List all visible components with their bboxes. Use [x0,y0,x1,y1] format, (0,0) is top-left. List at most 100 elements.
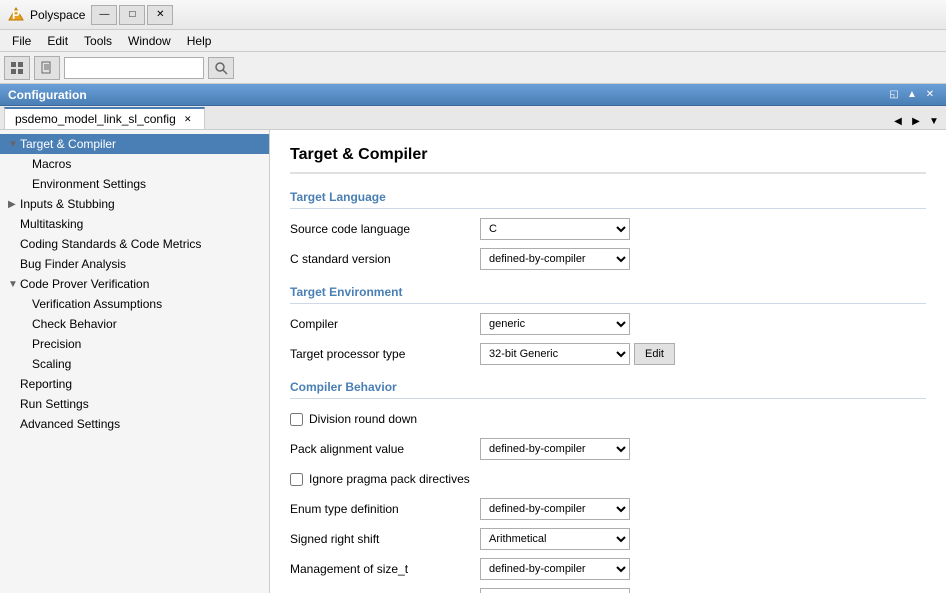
ignore-pragma-checkbox[interactable] [290,473,303,486]
tab-nav-menu[interactable]: ▼ [926,113,942,129]
wchar-t-select[interactable]: defined-by-compiler unsigned-int unsigne… [480,588,630,593]
processor-type-control: 32-bit Generic 16-bit Generic 64-bit Gen… [480,343,675,365]
tab-nav: ◀ ▶ ▼ [890,113,942,129]
menu-window[interactable]: Window [120,32,179,50]
pack-alignment-row: Pack alignment value defined-by-compiler… [290,437,926,461]
title-bar-text: Polyspace [30,8,85,22]
tree-label: Run Settings [20,397,89,411]
pack-alignment-label: Pack alignment value [290,442,480,456]
config-restore-btn[interactable]: ◱ [886,87,902,103]
main-content: ▼ Target & Compiler Macros Environment S… [0,130,946,593]
tree-label: Check Behavior [32,317,117,331]
maximize-button[interactable]: □ [119,5,145,25]
compiler-label: Compiler [290,317,480,331]
menu-tools[interactable]: Tools [76,32,120,50]
division-round-down-label: Division round down [309,412,417,426]
tree-label: Coding Standards & Code Metrics [20,237,201,251]
size-t-select[interactable]: defined-by-compiler unsigned-int unsigne… [480,558,630,580]
menu-edit[interactable]: Edit [39,32,76,50]
toggle-icon: ▼ [8,139,20,150]
sidebar-item-reporting[interactable]: Reporting [0,374,269,394]
processor-type-label: Target processor type [290,347,480,361]
source-language-select[interactable]: C C++ C/C++ [480,218,630,240]
right-panel: Target & Compiler Target Language Source… [270,130,946,593]
source-language-label: Source code language [290,222,480,236]
signed-right-shift-row: Signed right shift Arithmetical Logical [290,527,926,551]
polyspace-logo: P [8,7,24,23]
c-standard-select[interactable]: defined-by-compiler C90 C99 C11 [480,248,630,270]
sidebar-item-multitasking[interactable]: Multitasking [0,214,269,234]
ignore-pragma-row: Ignore pragma pack directives [290,467,926,491]
processor-type-row: Target processor type 32-bit Generic 16-… [290,342,926,366]
sidebar-item-environment-settings[interactable]: Environment Settings [0,174,269,194]
tab-close-icon[interactable]: ✕ [182,113,194,125]
pack-alignment-control: defined-by-compiler 1 2 4 8 [480,438,630,460]
tab-row: psdemo_model_link_sl_config ✕ ◀ ▶ ▼ [0,106,946,130]
menu-file[interactable]: File [4,32,39,50]
enum-type-control: defined-by-compiler int smallest-unsigne… [480,498,630,520]
signed-right-shift-label: Signed right shift [290,532,480,546]
tab-nav-prev[interactable]: ◀ [890,113,906,129]
sidebar: ▼ Target & Compiler Macros Environment S… [0,130,270,593]
tree-label: Precision [32,337,81,351]
sidebar-item-bug-finder[interactable]: Bug Finder Analysis [0,254,269,274]
config-close-btn[interactable]: ✕ [922,87,938,103]
pack-alignment-select[interactable]: defined-by-compiler 1 2 4 8 [480,438,630,460]
sidebar-item-check-behavior[interactable]: Check Behavior [0,314,269,334]
sidebar-item-inputs-stubbing[interactable]: ▶ Inputs & Stubbing [0,194,269,214]
c-standard-control: defined-by-compiler C90 C99 C11 [480,248,630,270]
sidebar-item-code-prover[interactable]: ▼ Code Prover Verification [0,274,269,294]
processor-type-select[interactable]: 32-bit Generic 16-bit Generic 64-bit Gen… [480,343,630,365]
ignore-pragma-label: Ignore pragma pack directives [309,472,470,486]
enum-type-label: Enum type definition [290,502,480,516]
compiler-select[interactable]: generic gnu4.9 visual12.0 [480,313,630,335]
sidebar-item-verification-assumptions[interactable]: Verification Assumptions [0,294,269,314]
tree-label: Reporting [20,377,72,391]
toolbar-btn-1[interactable] [4,56,30,80]
section-compiler-behavior: Compiler Behavior [290,380,926,399]
processor-edit-button[interactable]: Edit [634,343,675,365]
sidebar-item-run-settings[interactable]: Run Settings [0,394,269,414]
svg-text:P: P [12,8,20,22]
minimize-button[interactable]: — [91,5,117,25]
enum-type-select[interactable]: defined-by-compiler int smallest-unsigne… [480,498,630,520]
search-icon [214,61,228,75]
doc-icon [40,61,54,75]
title-bar: P Polyspace — □ ✕ [0,0,946,30]
toggle-icon: ▼ [8,279,20,290]
tab-label: psdemo_model_link_sl_config [15,112,176,126]
signed-right-shift-select[interactable]: Arithmetical Logical [480,528,630,550]
close-button[interactable]: ✕ [147,5,173,25]
tree-label: Inputs & Stubbing [20,197,115,211]
menu-help[interactable]: Help [179,32,220,50]
search-button[interactable] [208,57,234,79]
sidebar-item-coding-standards[interactable]: Coding Standards & Code Metrics [0,234,269,254]
signed-right-shift-control: Arithmetical Logical [480,528,630,550]
source-language-row: Source code language C C++ C/C++ [290,217,926,241]
c-standard-row: C standard version defined-by-compiler C… [290,247,926,271]
tree-label: Macros [32,157,71,171]
tree-label: Target & Compiler [20,137,116,151]
c-standard-label: C standard version [290,252,480,266]
tab-config[interactable]: psdemo_model_link_sl_config ✕ [4,107,205,129]
sidebar-item-precision[interactable]: Precision [0,334,269,354]
compiler-row: Compiler generic gnu4.9 visual12.0 [290,312,926,336]
tree-label: Verification Assumptions [32,297,162,311]
sidebar-item-macros[interactable]: Macros [0,154,269,174]
division-round-down-checkbox[interactable] [290,413,303,426]
tree-label: Multitasking [20,217,83,231]
title-bar-controls: — □ ✕ [91,5,173,25]
tree-label: Advanced Settings [20,417,120,431]
toolbar-btn-2[interactable] [34,56,60,80]
menu-bar: File Edit Tools Window Help [0,30,946,52]
size-t-row: Management of size_t defined-by-compiler… [290,557,926,581]
grid-icon [10,61,24,75]
config-title: Configuration [8,88,87,102]
config-float-btn[interactable]: ▲ [904,87,920,103]
panel-title: Target & Compiler [290,146,926,174]
sidebar-item-scaling[interactable]: Scaling [0,354,269,374]
search-input[interactable] [64,57,204,79]
tab-nav-next[interactable]: ▶ [908,113,924,129]
sidebar-item-advanced-settings[interactable]: Advanced Settings [0,414,269,434]
sidebar-item-target-compiler[interactable]: ▼ Target & Compiler [0,134,269,154]
